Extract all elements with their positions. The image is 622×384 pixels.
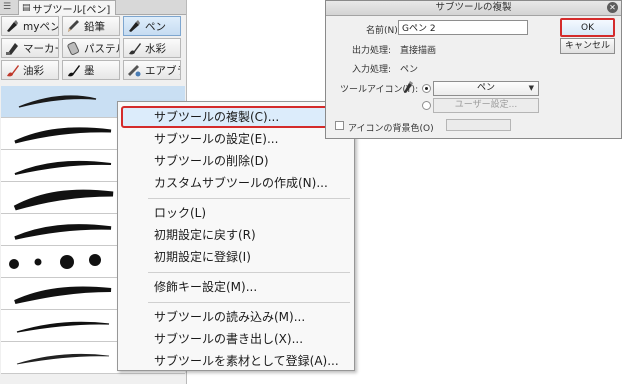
ink-brush-icon bbox=[65, 62, 81, 78]
group-button-oil[interactable]: 油彩 bbox=[1, 60, 59, 80]
menu-item-create-custom-subtool[interactable]: カスタムサブツールの作成(N)... bbox=[121, 172, 351, 194]
menu-item-duplicate-subtool[interactable]: サブツールの複製(C)... bbox=[121, 106, 351, 128]
user-setting-button[interactable]: ユーザー設定... bbox=[433, 98, 539, 113]
menu-item-lock[interactable]: ロック(L) bbox=[121, 202, 351, 224]
pen-nib-icon bbox=[126, 18, 142, 34]
group-button-airbrush[interactable]: エアブラシ bbox=[123, 60, 181, 80]
input-process-label: 入力処理: bbox=[352, 65, 392, 75]
dialog-titlebar: サブツールの複製 ✕ bbox=[326, 1, 621, 16]
menu-item-register-as-material[interactable]: サブツールを素材として登録(A)... bbox=[121, 350, 351, 372]
group-button-marker[interactable]: マーカー bbox=[1, 38, 59, 58]
output-process-value: 直接描画 bbox=[400, 46, 437, 56]
menu-separator bbox=[148, 198, 350, 199]
duplicate-subtool-dialog: サブツールの複製 ✕ 名前(N): 出力処理: 直接描画 入力処理: ペン ツー… bbox=[325, 0, 622, 139]
name-input[interactable] bbox=[398, 20, 528, 35]
icon-user-radio[interactable] bbox=[422, 101, 431, 110]
group-button-pastel[interactable]: パステル bbox=[62, 38, 120, 58]
ok-button[interactable]: OK bbox=[560, 18, 615, 37]
marker-icon bbox=[4, 40, 20, 56]
pastel-icon bbox=[65, 40, 81, 56]
oil-brush-icon bbox=[4, 62, 20, 78]
group-label: ペン bbox=[145, 20, 166, 33]
brush-icon bbox=[126, 40, 142, 56]
pencil-icon bbox=[65, 18, 81, 34]
tab-subtool-pen[interactable]: ▤ サブツール[ペン] bbox=[18, 0, 117, 16]
group-button-ink[interactable]: 墨 bbox=[62, 60, 120, 80]
menu-item-import-subtool[interactable]: サブツールの読み込み(M)... bbox=[121, 306, 351, 328]
menu-item-delete-subtool[interactable]: サブツールの削除(D) bbox=[121, 150, 351, 172]
group-label: myペン bbox=[23, 20, 59, 33]
name-label: 名前(N): bbox=[366, 26, 401, 36]
dialog-title: サブツールの複製 bbox=[435, 2, 512, 13]
pen-nib-icon bbox=[402, 80, 414, 94]
icon-bgcolor-swatch[interactable] bbox=[446, 119, 511, 131]
chevron-down-icon: ▼ bbox=[528, 84, 534, 92]
icon-bgcolor-checkbox[interactable] bbox=[335, 121, 344, 130]
group-button-pen[interactable]: ペン bbox=[123, 16, 181, 36]
menu-item-subtool-settings[interactable]: サブツールの設定(E)... bbox=[121, 128, 351, 150]
group-label: 鉛筆 bbox=[84, 20, 105, 33]
menu-separator bbox=[148, 302, 350, 303]
group-button-pencil[interactable]: 鉛筆 bbox=[62, 16, 120, 36]
group-button-my-pen[interactable]: myペン bbox=[1, 16, 59, 36]
subtool-tab-icon: ▤ bbox=[22, 3, 31, 13]
icon-preset-radio[interactable] bbox=[422, 84, 431, 93]
icon-bgcolor-label: アイコンの背景色(O) bbox=[348, 124, 434, 134]
pen-nib-icon bbox=[4, 18, 20, 34]
panel-menu-icon[interactable]: ☰ bbox=[2, 2, 12, 12]
group-label: 墨 bbox=[84, 64, 95, 77]
input-process-value: ペン bbox=[400, 65, 419, 75]
group-label: 油彩 bbox=[23, 64, 44, 77]
output-process-label: 出力処理: bbox=[352, 46, 392, 56]
group-button-watercolor[interactable]: 水彩 bbox=[123, 38, 181, 58]
menu-item-export-subtool[interactable]: サブツールの書き出し(X)... bbox=[121, 328, 351, 350]
airbrush-icon bbox=[126, 62, 142, 78]
tool-icon-select-value: ペン bbox=[476, 83, 495, 93]
panel-tab-bar: ☰ ▤ サブツール[ペン] bbox=[0, 0, 186, 16]
menu-item-reset-initial[interactable]: 初期設定に戻す(R) bbox=[121, 224, 351, 246]
tool-icon-select[interactable]: ペン ▼ bbox=[433, 81, 539, 96]
tab-label: サブツール[ペン] bbox=[32, 4, 111, 16]
close-icon[interactable]: ✕ bbox=[607, 2, 618, 13]
context-menu: サブツールの複製(C)... サブツールの設定(E)... サブツールの削除(D… bbox=[117, 101, 355, 371]
menu-item-register-initial[interactable]: 初期設定に登録(I) bbox=[121, 246, 351, 268]
menu-separator bbox=[148, 272, 350, 273]
group-label: 水彩 bbox=[145, 42, 166, 55]
cancel-button[interactable]: キャンセル bbox=[560, 38, 615, 54]
menu-item-modifier-key-settings[interactable]: 修飾キー設定(M)... bbox=[121, 276, 351, 298]
group-label: マーカー bbox=[23, 42, 58, 55]
group-label: エアブラシ bbox=[145, 64, 180, 77]
group-label: パステル bbox=[84, 42, 119, 55]
